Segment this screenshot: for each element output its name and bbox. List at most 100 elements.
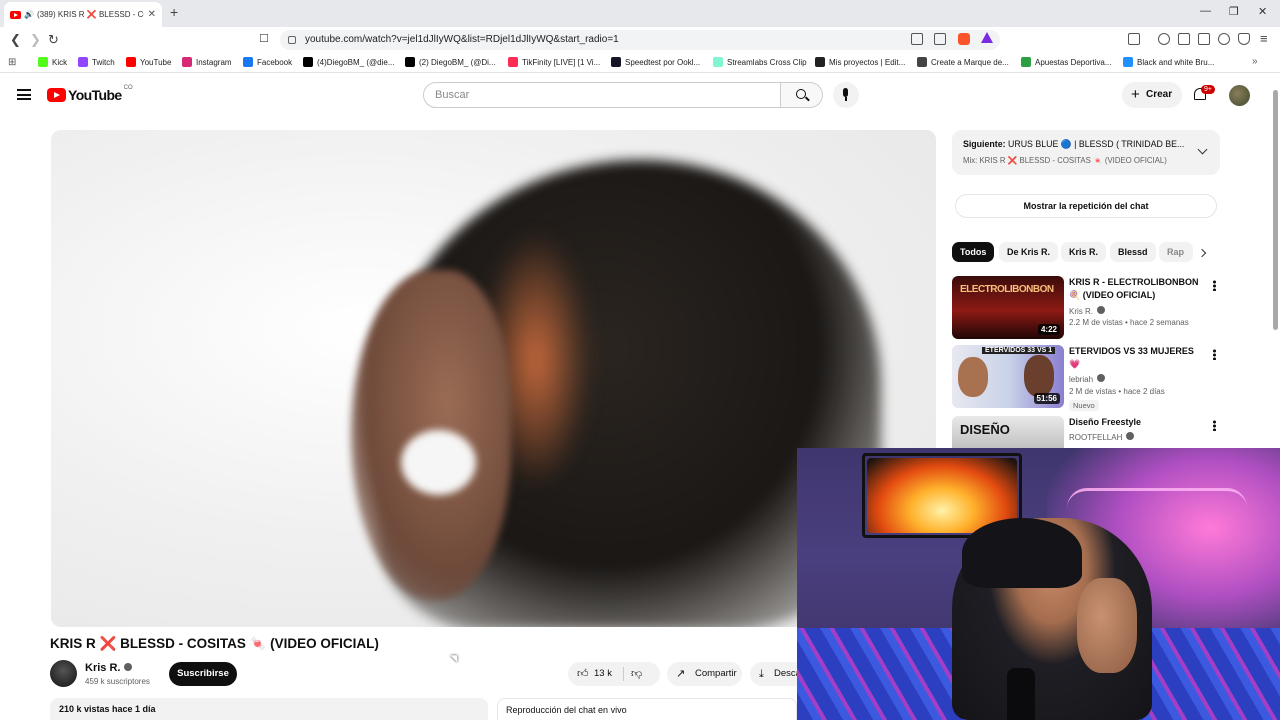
user-avatar[interactable] <box>1229 85 1250 106</box>
bookmark-item[interactable]: YouTube <box>126 57 171 67</box>
filter-chip[interactable]: Todos <box>952 242 995 262</box>
bookmark-item[interactable]: Streamlabs Cross Clip <box>713 57 807 67</box>
speaker-icon[interactable]: 🔊 <box>24 10 34 19</box>
bookmark-item[interactable]: (2) DiegoBM_ (@Di... <box>405 57 496 67</box>
verified-icon <box>1097 306 1105 314</box>
bookmark-item[interactable]: Instagram <box>182 57 232 67</box>
channel-label: lebriah <box>1069 375 1094 384</box>
tab-search-icon[interactable] <box>1128 33 1140 45</box>
chips-next-icon[interactable] <box>1197 248 1207 258</box>
apps-grid-icon[interactable]: ⊞ <box>8 57 16 68</box>
recommendation-meta: 2.2 M de vistas • hace 2 semanas <box>1069 318 1189 327</box>
recommendation-item[interactable]: ETERVIDOS 33 VS 1 51:56 ETERVIDOS VS 33 … <box>952 345 1222 411</box>
next-in-mix-panel[interactable]: Siguiente: URUS BLUE 🔵 | BLESSD ( TRINID… <box>952 130 1220 175</box>
new-badge: Nuevo <box>1069 400 1099 411</box>
video-thumbnail[interactable]: ETERVIDOS 33 VS 1 51:56 <box>952 345 1064 408</box>
bookmark-item[interactable]: Create a Marque de... <box>917 57 1009 67</box>
recommendation-channel[interactable]: lebriah <box>1069 374 1106 384</box>
recommendation-title[interactable]: ETERVIDOS VS 33 MUJERES 💗 <box>1069 345 1199 371</box>
browser-tab-strip: 🔊 (389) KRIS R ❌ BLESSD - CO ✕ + — ❐ ✕ <box>0 0 1280 27</box>
subscribe-button[interactable]: Suscribirse <box>169 662 237 686</box>
brave-rewards-icon[interactable] <box>981 32 993 43</box>
window-close-icon[interactable]: ✕ <box>1258 5 1267 18</box>
bookmark-item[interactable]: (4)DiegoBM_ (@die... <box>303 57 394 67</box>
share-label: Compartir <box>695 668 737 679</box>
like-icon[interactable]: 👍︎ <box>577 662 589 686</box>
tab-title: (389) KRIS R ❌ BLESSD - CO <box>36 10 144 19</box>
webcam-microphone <box>1007 668 1035 720</box>
mix-subtitle: Mix: KRIS R ❌ BLESSD - COSITAS 🍬 (VIDEO … <box>963 156 1167 165</box>
recommendation-channel[interactable]: Kris R. <box>1069 306 1105 316</box>
channel-name-link[interactable]: Kris R. <box>85 662 133 674</box>
restore-icon[interactable]: ❐ <box>1229 5 1239 18</box>
more-options-icon[interactable] <box>1213 349 1216 360</box>
video-thumbnail[interactable]: ELECTROLIBONBON 4:22 <box>952 276 1064 339</box>
more-bookmarks-icon[interactable]: » <box>1252 56 1258 67</box>
back-icon[interactable]: ❮ <box>10 32 21 48</box>
share-button[interactable]: ↗ Compartir <box>667 662 742 686</box>
logo-text: YouTube <box>68 87 122 103</box>
bookmark-label: Twitch <box>92 57 115 67</box>
new-tab-icon[interactable]: + <box>170 4 178 20</box>
show-chat-replay-button[interactable]: Mostrar la repetición del chat <box>955 194 1217 218</box>
bookmark-item[interactable]: TikFinity [LIVE] [1 Vi... <box>508 57 600 67</box>
mouse-cursor-icon <box>450 651 461 663</box>
cast-icon[interactable] <box>911 33 923 45</box>
bookmark-item[interactable]: Mis proyectos | Edit... <box>815 57 905 67</box>
bookmark-item[interactable]: Twitch <box>78 57 115 67</box>
wallet-icon[interactable] <box>1198 33 1210 45</box>
bookmark-page-icon[interactable]: ☐ <box>259 32 269 45</box>
tab-close-icon[interactable]: ✕ <box>148 9 156 20</box>
recommendation-meta: 2 M de vistas • hace 2 días <box>1069 387 1165 396</box>
webcam-neon-sign <box>1067 488 1247 528</box>
search-input[interactable]: Buscar <box>423 82 781 108</box>
verified-icon <box>1097 374 1106 382</box>
channel-avatar[interactable] <box>50 660 77 687</box>
more-options-icon[interactable] <box>1213 280 1216 291</box>
notifications-badge: 9+ <box>1201 85 1215 94</box>
filter-chip[interactable]: Rap <box>1159 242 1193 262</box>
minimize-icon[interactable]: — <box>1200 5 1211 17</box>
search-button[interactable] <box>781 82 823 108</box>
scrollbar-thumb[interactable] <box>1273 90 1278 330</box>
create-button[interactable]: + Crear <box>1122 82 1182 108</box>
filter-chip[interactable]: Kris R. <box>1061 242 1107 262</box>
filter-chip[interactable]: De Kris R. <box>999 242 1059 262</box>
bookmark-item[interactable]: Speedtest por Ookl... <box>611 57 700 67</box>
bookmark-favicon-icon <box>508 57 518 67</box>
recommendation-channel[interactable]: ROOTFELLAH <box>1069 432 1135 442</box>
media-controls-icon[interactable] <box>1158 33 1170 45</box>
menu-icon[interactable]: ≡ <box>1260 31 1268 46</box>
chevron-down-icon[interactable] <box>1197 144 1208 155</box>
bookmark-item[interactable]: Apuestas Deportiva... <box>1021 57 1111 67</box>
more-options-icon[interactable] <box>1213 420 1216 431</box>
bookmark-item[interactable]: Facebook <box>243 57 292 67</box>
sidebar-toggle-icon[interactable] <box>1178 33 1190 45</box>
address-bar[interactable]: youtube.com/watch?v=jel1dJlIyWQ&list=RDj… <box>280 30 1000 50</box>
filter-chip[interactable]: Blessd <box>1110 242 1156 262</box>
like-count[interactable]: 13 k <box>594 662 612 686</box>
bookmark-label: Speedtest por Ookl... <box>625 57 701 67</box>
browser-tab-active[interactable]: 🔊 (389) KRIS R ❌ BLESSD - CO ✕ <box>4 2 162 27</box>
youtube-logo[interactable]: YouTube CO <box>47 85 133 103</box>
bookmark-favicon-icon <box>78 57 88 67</box>
voice-search-icon[interactable] <box>833 82 859 108</box>
next-label: Siguiente: <box>963 139 1006 149</box>
recommendation-item[interactable]: ELECTROLIBONBON 4:22 KRIS R - ELECTROLIB… <box>952 276 1222 340</box>
vpn-icon[interactable] <box>1238 33 1250 45</box>
bookmark-item[interactable]: Black and white Bru... <box>1123 57 1214 67</box>
description-box[interactable]: 210 k vistas hace 1 día <box>50 698 488 720</box>
leo-ai-icon[interactable] <box>1218 33 1230 45</box>
bookmark-label: Kick <box>52 57 68 67</box>
bookmark-item[interactable]: Kick <box>38 57 67 67</box>
recommendation-title[interactable]: KRIS R - ELECTROLIBONBON 🍭 (VIDEO OFICIA… <box>1069 276 1199 302</box>
reload-icon[interactable]: ↻ <box>48 32 59 48</box>
recommendation-title[interactable]: Diseño Freestyle <box>1069 416 1199 429</box>
forward-icon[interactable]: ❯ <box>30 32 41 48</box>
site-info-icon[interactable] <box>288 36 296 44</box>
brave-shield-icon[interactable] <box>958 33 970 45</box>
hamburger-menu-icon[interactable] <box>17 89 31 100</box>
share-page-icon[interactable] <box>934 33 946 45</box>
bookmark-favicon-icon <box>611 57 621 67</box>
dislike-icon[interactable]: 👎︎ <box>631 662 642 686</box>
